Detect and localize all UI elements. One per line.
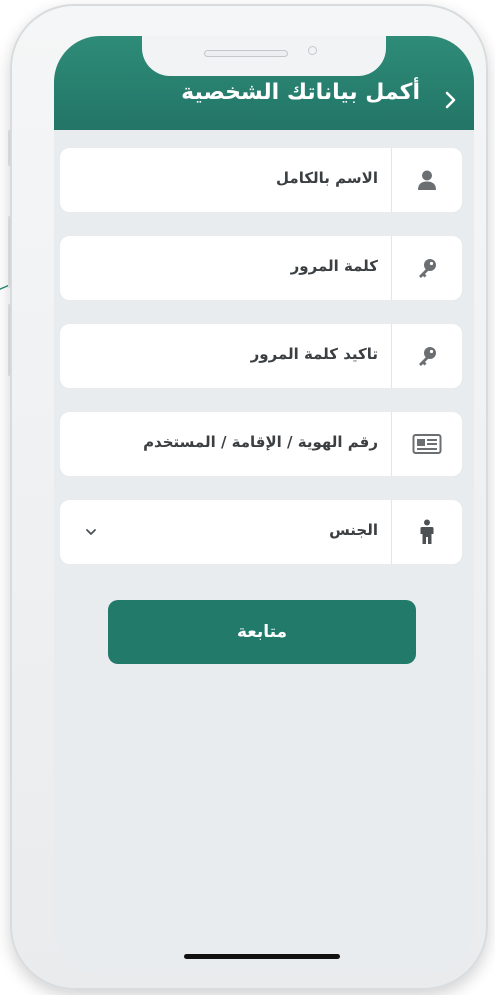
key-icon [419,347,436,366]
field-icon-box [391,500,462,564]
field-icon-box [391,324,462,388]
home-indicator [184,954,340,959]
field-icon-box [391,148,462,212]
user-icon [418,170,436,190]
gender-select[interactable]: الجنس [60,500,462,564]
id-card-icon [412,434,442,454]
full-name-field[interactable]: الاسم بالكامل [60,148,462,212]
chevron-down-icon[interactable] [84,526,98,538]
id-number-field[interactable]: رقم الهوية / الإقامة / المستخدم [60,412,462,476]
full-name-label: الاسم بالكامل [276,169,378,187]
password-label: كلمة المرور [290,257,378,275]
id-number-label: رقم الهوية / الإقامة / المستخدم [143,433,378,451]
confirm-password-label: تاكيد كلمة المرور [250,345,378,363]
field-icon-box [391,236,462,300]
field-icon-box [391,412,462,476]
speaker-grille [204,50,288,57]
password-field[interactable]: كلمة المرور [60,236,462,300]
screen: أكمل بياناتك الشخصية الاسم بالكامل كلمة … [54,36,474,974]
volume-up-button [8,216,11,288]
mute-switch [8,130,11,166]
front-camera [308,46,317,55]
page-title: أكمل بياناتك الشخصية [181,80,420,105]
continue-button[interactable]: متابعة [108,600,416,664]
person-icon [420,519,434,544]
phone-frame: أكمل بياناتك الشخصية الاسم بالكامل كلمة … [8,4,488,990]
gender-label: الجنس [329,521,378,539]
key-icon [419,259,436,278]
device-notch [142,36,386,76]
chevron-right-icon[interactable] [438,88,462,112]
confirm-password-field[interactable]: تاكيد كلمة المرور [60,324,462,388]
volume-down-button [8,304,11,376]
